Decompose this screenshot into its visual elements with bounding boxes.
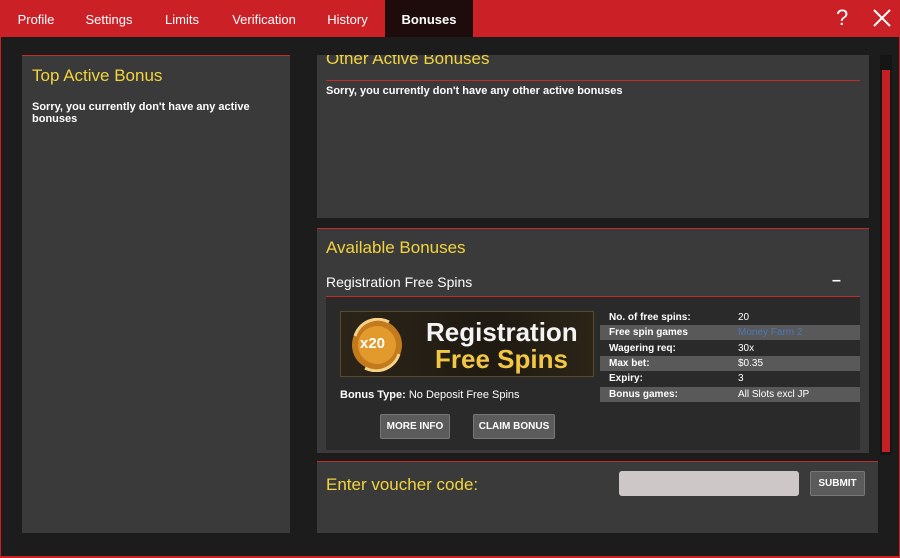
submit-voucher-button[interactable]: SUBMIT xyxy=(810,471,865,496)
free-spin-games-link[interactable]: Money Farm 2 xyxy=(738,325,802,340)
detail-label: Bonus games: xyxy=(609,389,678,400)
detail-value: $0.35 xyxy=(738,358,764,369)
voucher-title: Enter voucher code: xyxy=(326,475,479,494)
tab-verification[interactable]: Verification xyxy=(218,0,310,37)
tab-bonuses[interactable]: Bonuses xyxy=(385,0,473,37)
help-icon[interactable]: ? xyxy=(836,5,848,31)
top-active-bonus-panel: Top Active Bonus Sorry, you currently do… xyxy=(22,55,290,533)
top-active-bonus-title: Top Active Bonus xyxy=(32,66,163,85)
detail-row: Bonus games: All Slots excl JP xyxy=(600,387,860,402)
tab-profile[interactable]: Profile xyxy=(0,0,72,37)
bonus-type-value: No Deposit Free Spins xyxy=(408,389,520,401)
tab-history[interactable]: History xyxy=(310,0,385,37)
detail-row: Free spin games Money Farm 2 xyxy=(600,325,860,340)
bonus-name: Registration Free Spins xyxy=(326,274,473,290)
available-bonuses-title: Available Bonuses xyxy=(326,238,466,257)
bonus-banner-image: x20 Registration Free Spins xyxy=(340,311,594,377)
detail-value: 20 xyxy=(738,312,750,323)
bonus-type-label: Bonus Type: xyxy=(340,389,406,401)
top-nav-bar: Profile Settings Limits Verification His… xyxy=(0,0,900,37)
bonus-type: Bonus Type: No Deposit Free Spins xyxy=(340,389,520,401)
close-icon[interactable] xyxy=(870,6,894,30)
other-active-bonuses-title: Other Active Bonuses xyxy=(326,55,490,68)
top-active-bonus-message: Sorry, you currently don't have any acti… xyxy=(32,101,250,125)
badge-text: x20 xyxy=(360,335,386,352)
claim-bonus-button[interactable]: CLAIM BONUS xyxy=(473,414,555,439)
other-active-bonuses-panel: Other Active Bonuses Sorry, you currentl… xyxy=(317,55,869,218)
detail-row: Wagering req: 30x xyxy=(600,341,860,356)
detail-row: No. of free spins: 20 xyxy=(600,310,860,325)
detail-value: All Slots excl JP xyxy=(738,389,810,400)
detail-label: Max bet: xyxy=(609,358,650,369)
voucher-code-input[interactable] xyxy=(619,471,799,496)
detail-row: Expiry: 3 xyxy=(600,371,860,386)
detail-label: Expiry: xyxy=(609,373,643,384)
tab-limits[interactable]: Limits xyxy=(146,0,218,37)
more-info-button[interactable]: MORE INFO xyxy=(380,414,450,439)
detail-row: Max bet: $0.35 xyxy=(600,356,860,371)
detail-value: 3 xyxy=(738,373,744,384)
detail-value: 30x xyxy=(738,343,755,354)
tab-settings[interactable]: Settings xyxy=(72,0,146,37)
other-active-bonuses-message: Sorry, you currently don't have any othe… xyxy=(326,85,623,97)
scrollbar-thumb[interactable] xyxy=(882,70,890,452)
detail-label: No. of free spins: xyxy=(609,312,691,323)
detail-label: Free spin games xyxy=(609,327,688,338)
detail-label: Wagering req: xyxy=(609,343,676,354)
banner-title-line2: Free Spins xyxy=(435,344,568,374)
collapse-toggle[interactable]: – xyxy=(832,272,841,290)
